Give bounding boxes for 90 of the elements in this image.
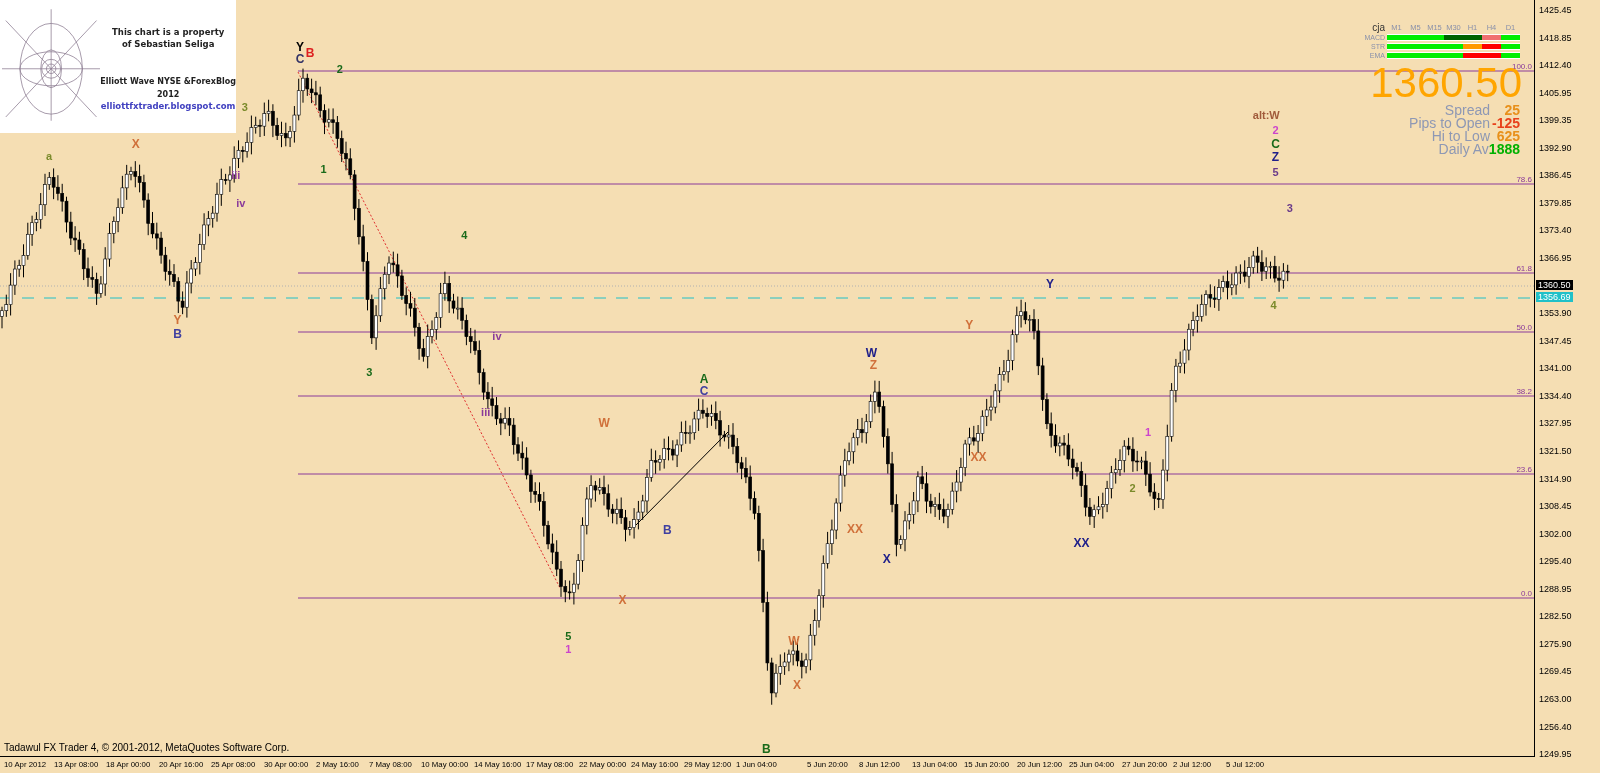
price-tick: 1405.95: [1539, 87, 1572, 98]
price-tick: 1269.45: [1539, 666, 1572, 677]
wave-label: alt:W: [1252, 109, 1280, 122]
price-tick: 1412.40: [1539, 60, 1572, 71]
price-tick: 1334.40: [1539, 390, 1572, 401]
price-tick: 1327.95: [1539, 418, 1572, 429]
wave-label: 5: [1272, 165, 1279, 178]
wave-label: iv: [492, 329, 502, 342]
wave-label: 2: [336, 63, 343, 76]
wave-label: iv: [236, 197, 246, 210]
fib-level-label: 78.6: [1516, 175, 1532, 184]
wave-label: 3: [1286, 202, 1293, 215]
wave-label: 5: [565, 629, 572, 642]
stat-value: 25: [1503, 104, 1520, 117]
wave-label: Z: [869, 358, 878, 373]
stat-value: -125: [1490, 117, 1520, 130]
platform-copyright: Tadawul FX Trader 4, © 2001-2012, MetaQuotes Software Corp.: [4, 742, 290, 753]
price-marker: 1356.69: [1536, 292, 1573, 302]
stat-value: 1888: [1488, 143, 1520, 156]
price-tick: 1373.40: [1539, 225, 1572, 236]
wave-label: B: [305, 46, 315, 61]
year-label: 2012: [157, 89, 180, 99]
price-tick: 1314.90: [1539, 473, 1572, 484]
price-tick: 1275.90: [1539, 638, 1572, 649]
wave-label: W: [598, 415, 610, 430]
price-tick: 1256.40: [1539, 721, 1572, 732]
price-tick: 1263.00: [1539, 694, 1572, 704]
stat-value: 625: [1495, 130, 1520, 143]
price-tick: 1282.50: [1539, 611, 1572, 622]
price-tick: 1399.35: [1539, 115, 1572, 126]
price-tick: 1379.85: [1539, 197, 1572, 208]
wave-label: XX: [847, 521, 864, 536]
stat-label: Pips to Open: [1409, 117, 1490, 130]
price-tick: 1425.45: [1539, 5, 1572, 15]
price-tick: 1347.45: [1539, 335, 1572, 346]
wave-label: X: [882, 552, 891, 567]
wave-label: XX: [970, 450, 987, 465]
fib-level-label: 50.0: [1516, 323, 1532, 332]
fib-level-label: 38.2: [1516, 387, 1532, 396]
price-tick: 1295.40: [1539, 556, 1572, 567]
wave-label: 2: [1272, 123, 1279, 136]
wave-label: 1: [565, 643, 572, 656]
wave-label: B: [663, 522, 672, 537]
wave-label: Y: [296, 40, 304, 54]
wave-label: Z: [1271, 150, 1280, 165]
wave-label: Y: [1046, 276, 1054, 291]
price-tick: 1392.90: [1539, 142, 1572, 153]
stat-label: Daily Av: [1438, 143, 1489, 156]
wave-label: Y: [965, 317, 974, 332]
price-tick: 1366.95: [1539, 253, 1572, 264]
price-tick: 1321.50: [1539, 445, 1572, 456]
wave-label: C: [295, 52, 305, 67]
wave-label: X: [792, 677, 801, 692]
wave-label: XX: [1073, 535, 1090, 550]
price-tick: 1288.95: [1539, 583, 1572, 594]
price-tick: 1353.90: [1539, 308, 1572, 319]
wave-label: W: [788, 633, 800, 648]
wave-label: W: [865, 346, 878, 361]
fib-level-label: 61.8: [1516, 264, 1532, 273]
blog-name: Elliott Wave NYSE &ForexBlog: [100, 76, 236, 86]
fib-level-label: 23.6: [1516, 465, 1532, 474]
price-tick: 1308.45: [1539, 501, 1572, 512]
price-tick: 1302.00: [1539, 528, 1572, 539]
wave-label: C: [699, 383, 709, 398]
wave-label: 2: [1129, 481, 1136, 494]
wave-label: 3: [366, 365, 373, 378]
wave-label: 3: [241, 101, 248, 114]
stat-label: Hi to Low: [1431, 130, 1490, 143]
blog-link[interactable]: elliottfxtrader.blogspot.com: [100, 100, 236, 111]
wave-label: 4: [461, 228, 468, 241]
wave-label: A: [699, 371, 709, 386]
wave-label: C: [1271, 136, 1280, 151]
wave-label: 4: [1270, 299, 1277, 312]
wave-label: 1: [1144, 425, 1151, 438]
wave-label: B: [173, 326, 182, 341]
wave-label: 1: [320, 163, 327, 176]
fib-level-label: 0.0: [1520, 589, 1532, 598]
wave-label: a: [45, 150, 53, 163]
price-tick: 1386.45: [1539, 170, 1572, 181]
price-tick: 1341.00: [1539, 363, 1572, 374]
symbol-label: cja: [1371, 22, 1386, 33]
stat-label: Spread: [1444, 104, 1490, 117]
price-tick: 1418.85: [1539, 32, 1572, 43]
wave-label: B: [762, 742, 771, 756]
ownership-notice: This chart is a property of Sebastian Seliga: [111, 26, 226, 51]
wave-label: Y: [173, 313, 182, 328]
price-tick: 1249.95: [1539, 749, 1572, 760]
wave-label: iii: [481, 406, 491, 419]
price-marker: 1360.50: [1536, 280, 1573, 290]
wave-label: X: [131, 136, 140, 151]
